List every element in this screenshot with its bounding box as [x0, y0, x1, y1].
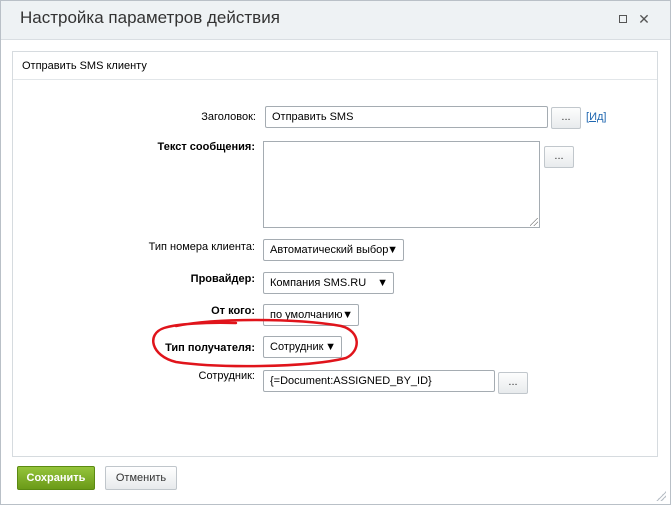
section-header: Отправить SMS клиенту — [13, 52, 657, 80]
cancel-button[interactable]: Отменить — [105, 466, 177, 490]
dropdown-arrow-icon: ▼ — [377, 277, 388, 289]
id-link[interactable]: [Ид] — [586, 111, 606, 123]
annotation-ellipse — [152, 318, 358, 368]
employee-label: Сотрудник: — [198, 370, 256, 382]
maximize-icon[interactable] — [617, 13, 629, 25]
number-type-value: Автоматический выбор — [270, 244, 389, 256]
number-type-label: Тип номера клиента: — [148, 241, 255, 253]
number-type-select[interactable]: Автоматический выбор ▼ — [263, 239, 404, 261]
message-insert-button[interactable]: ... — [544, 146, 574, 168]
title-input[interactable] — [265, 106, 548, 128]
employee-input[interactable] — [263, 370, 495, 392]
dialog-titlebar: Настройка параметров действия ✕ — [1, 1, 670, 40]
resize-grip-icon[interactable] — [656, 491, 666, 501]
action-settings-dialog: Настройка параметров действия ✕ Отправит… — [0, 0, 671, 505]
title-label: Заголовок: — [201, 111, 256, 123]
employee-insert-button[interactable]: ... — [498, 372, 528, 394]
dialog-title: Настройка параметров действия — [20, 8, 280, 27]
section-title: Отправить SMS клиенту — [22, 60, 147, 72]
id-link-text: Ид — [589, 111, 604, 123]
provider-label: Провайдер: — [190, 273, 255, 285]
id-link-close-bracket: ] — [603, 111, 607, 123]
title-insert-button[interactable]: ... — [551, 107, 581, 129]
provider-select[interactable]: Компания SMS.RU ▼ — [263, 272, 394, 294]
provider-value: Компания SMS.RU — [270, 277, 367, 289]
dropdown-arrow-icon: ▼ — [387, 244, 398, 256]
message-textarea[interactable] — [263, 141, 540, 228]
save-button[interactable]: Сохранить — [17, 466, 95, 490]
close-icon[interactable]: ✕ — [638, 12, 650, 26]
resize-handle-icon[interactable] — [530, 218, 538, 226]
message-label: Текст сообщения: — [157, 141, 255, 153]
